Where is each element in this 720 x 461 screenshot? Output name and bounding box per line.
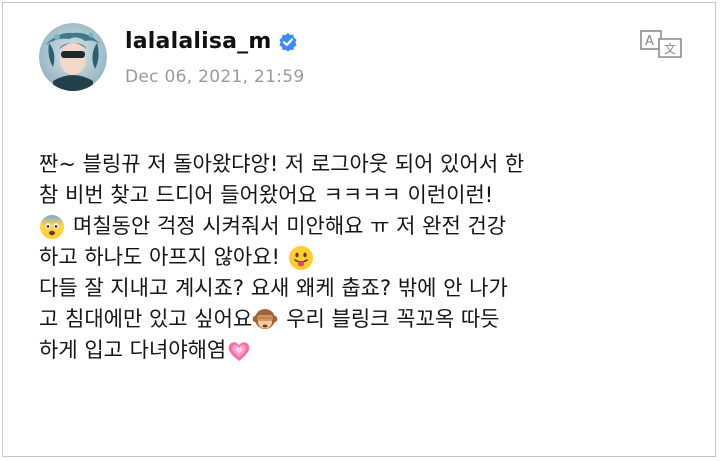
post-line-text: 우리 블링크 꼭꼬옥 따듯 (286, 307, 500, 331)
verified-badge-icon (278, 32, 298, 52)
see-no-evil-monkey-emoji (252, 307, 278, 333)
post-line: 고 침대에만 있고 싶어요 우리 블링크 꼭꼬옥 따듯 (39, 304, 689, 335)
post-line: 다들 잘 지내고 계시죠? 요새 왜케 춥죠? 밖에 안 나가 (39, 273, 689, 304)
post-line: 하게 입고 다녀야해염 (39, 335, 689, 366)
post-line: 며칠동안 걱정 시켜줘서 미안해요 ㅠ 저 완전 건강 (39, 211, 689, 242)
face-with-tongue-emoji (288, 245, 314, 271)
username-row: lalalalisa_m (125, 29, 298, 54)
svg-text:文: 文 (664, 41, 676, 56)
growing-heart-emoji (226, 338, 252, 364)
post-line-text: 고 침대에만 있고 싶어요 (39, 307, 253, 331)
post-line-text: 하게 입고 다녀야해염 (39, 338, 227, 362)
post-line-text: 다들 잘 지내고 계시죠? 요새 왜케 춥죠? 밖에 안 나가 (39, 276, 508, 300)
post-line: 참 비번 찾고 드디어 들어왔어요 ㅋㅋㅋㅋ 이런이런! (39, 180, 689, 211)
post-card: lalalalisa_m Dec 06, 2021, 21:59 A 文 짠~ … (2, 2, 716, 457)
post-line-text: 하고 하나도 아프지 않아요! (39, 245, 280, 269)
svg-text:A: A (645, 34, 654, 49)
fearful-face-emoji (39, 214, 65, 240)
username[interactable]: lalalalisa_m (125, 29, 272, 54)
post-header: lalalalisa_m Dec 06, 2021, 21:59 A 文 (39, 23, 689, 103)
post-line: 하고 하나도 아프지 않아요! (39, 242, 689, 273)
post-line-text: 참 비번 찾고 드디어 들어왔어요 ㅋㅋㅋㅋ 이런이런! (39, 183, 494, 207)
post-timestamp: Dec 06, 2021, 21:59 (125, 67, 305, 87)
post-line-text: 며칠동안 걱정 시켜줘서 미안해요 ㅠ 저 완전 건강 (73, 214, 507, 238)
post-line: 짠~ 블링뀨 저 돌아왔댜앙! 저 로그아웃 되어 있어서 한 (39, 149, 689, 180)
avatar[interactable] (39, 23, 107, 91)
post-line-text: 짠~ 블링뀨 저 돌아왔댜앙! 저 로그아웃 되어 있어서 한 (39, 152, 525, 176)
translate-icon[interactable]: A 文 (639, 29, 685, 59)
post-text: 짠~ 블링뀨 저 돌아왔댜앙! 저 로그아웃 되어 있어서 한 참 비번 찾고 … (39, 149, 689, 366)
